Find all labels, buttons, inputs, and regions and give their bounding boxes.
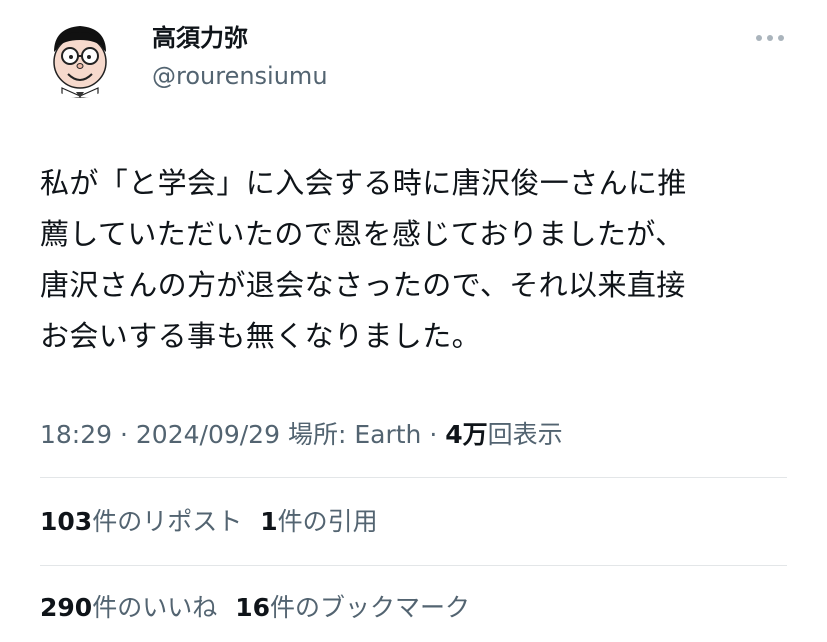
views-label: 回表示: [487, 420, 563, 449]
tweet-place: 場所: Earth: [287, 420, 422, 449]
likes-stat[interactable]: 290件のいいね: [40, 593, 217, 622]
reposts-stat[interactable]: 103件のリポスト: [40, 507, 242, 536]
avatar-cartoon-face: [53, 26, 107, 98]
quotes-stat[interactable]: 1件の引用: [260, 507, 377, 536]
stats-row-reposts: 103件のリポスト 1件の引用: [40, 505, 378, 539]
meta-separator: ·: [429, 420, 438, 449]
reposts-label: 件のリポスト: [92, 507, 243, 536]
meta-separator: ·: [120, 420, 128, 449]
stats-row-likes: 290件のいいね 16件のブックマーク: [40, 591, 470, 625]
more-options-button[interactable]: [754, 22, 786, 54]
tweet-text: 私が「と学会」に入会する時に唐沢俊一さんに推 薦していただいたので恩を感じており…: [40, 166, 687, 353]
tweet-meta: 18:29 · 2024/09/29 場所: Earth · 4万回表示: [40, 418, 563, 452]
author-display-name[interactable]: 高須力弥: [152, 22, 248, 54]
tweet-date[interactable]: 2024/09/29: [136, 420, 280, 449]
avatar[interactable]: [40, 18, 120, 98]
likes-count: 290: [40, 593, 93, 622]
likes-label: 件のいいね: [92, 593, 218, 622]
bookmarks-label: 件のブックマーク: [270, 593, 471, 622]
bookmarks-stat[interactable]: 16件のブックマーク: [235, 593, 470, 622]
quotes-count: 1: [260, 507, 278, 536]
divider: [40, 565, 787, 566]
quotes-label: 件の引用: [277, 507, 378, 536]
author-handle[interactable]: @rourensiumu: [152, 60, 328, 92]
bookmarks-count: 16: [235, 593, 270, 622]
divider: [40, 477, 787, 478]
views-count: 4万: [445, 420, 488, 449]
tweet-time[interactable]: 18:29: [40, 420, 112, 449]
more-horizontal-icon: [756, 35, 784, 41]
reposts-count: 103: [40, 507, 93, 536]
